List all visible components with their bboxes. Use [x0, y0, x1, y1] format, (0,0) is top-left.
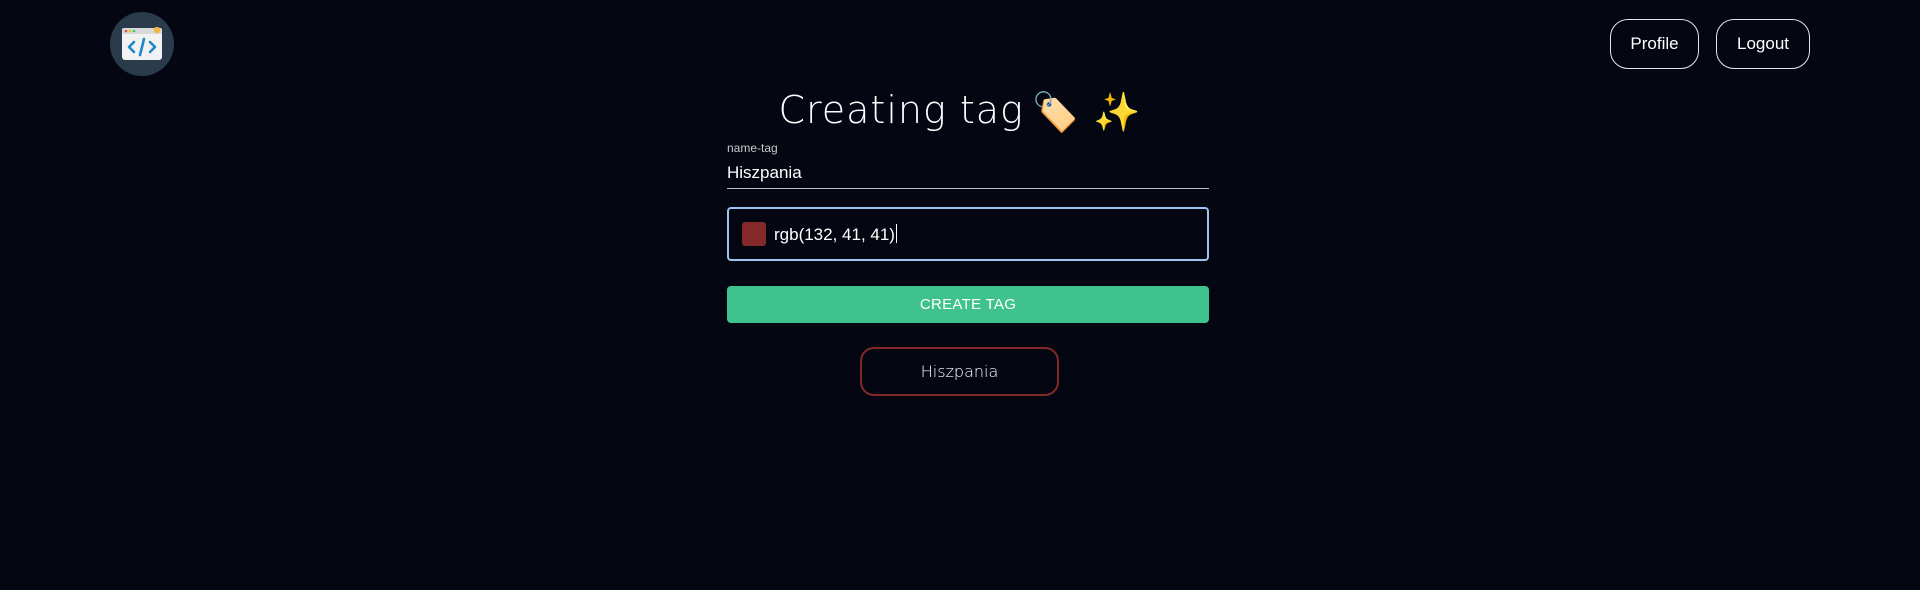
page: Profile Logout Creating tag 🏷️ ✨ name-tag… — [0, 0, 1920, 590]
color-value-input[interactable]: rgb(132, 41, 41) — [774, 223, 897, 245]
color-picker-field[interactable]: rgb(132, 41, 41) — [727, 207, 1209, 261]
tag-sparkles-icon: 🏷️ ✨ — [1031, 90, 1142, 134]
color-value-text: rgb(132, 41, 41) — [774, 224, 895, 244]
profile-button[interactable]: Profile — [1610, 19, 1699, 69]
text-caret — [895, 223, 897, 243]
page-title-text: Creating tag — [778, 88, 1024, 132]
create-tag-button[interactable]: CREATE TAG — [727, 286, 1209, 323]
tag-preview-chip: Hiszpania — [860, 347, 1059, 396]
name-tag-label: name-tag — [727, 141, 778, 155]
code-window-icon — [122, 27, 162, 60]
page-title: Creating tag 🏷️ ✨ — [0, 88, 1920, 135]
color-swatch[interactable] — [742, 222, 766, 246]
logout-button[interactable]: Logout — [1716, 19, 1810, 69]
name-tag-input[interactable]: Hiszpania — [727, 161, 1209, 189]
logo[interactable] — [110, 12, 174, 76]
